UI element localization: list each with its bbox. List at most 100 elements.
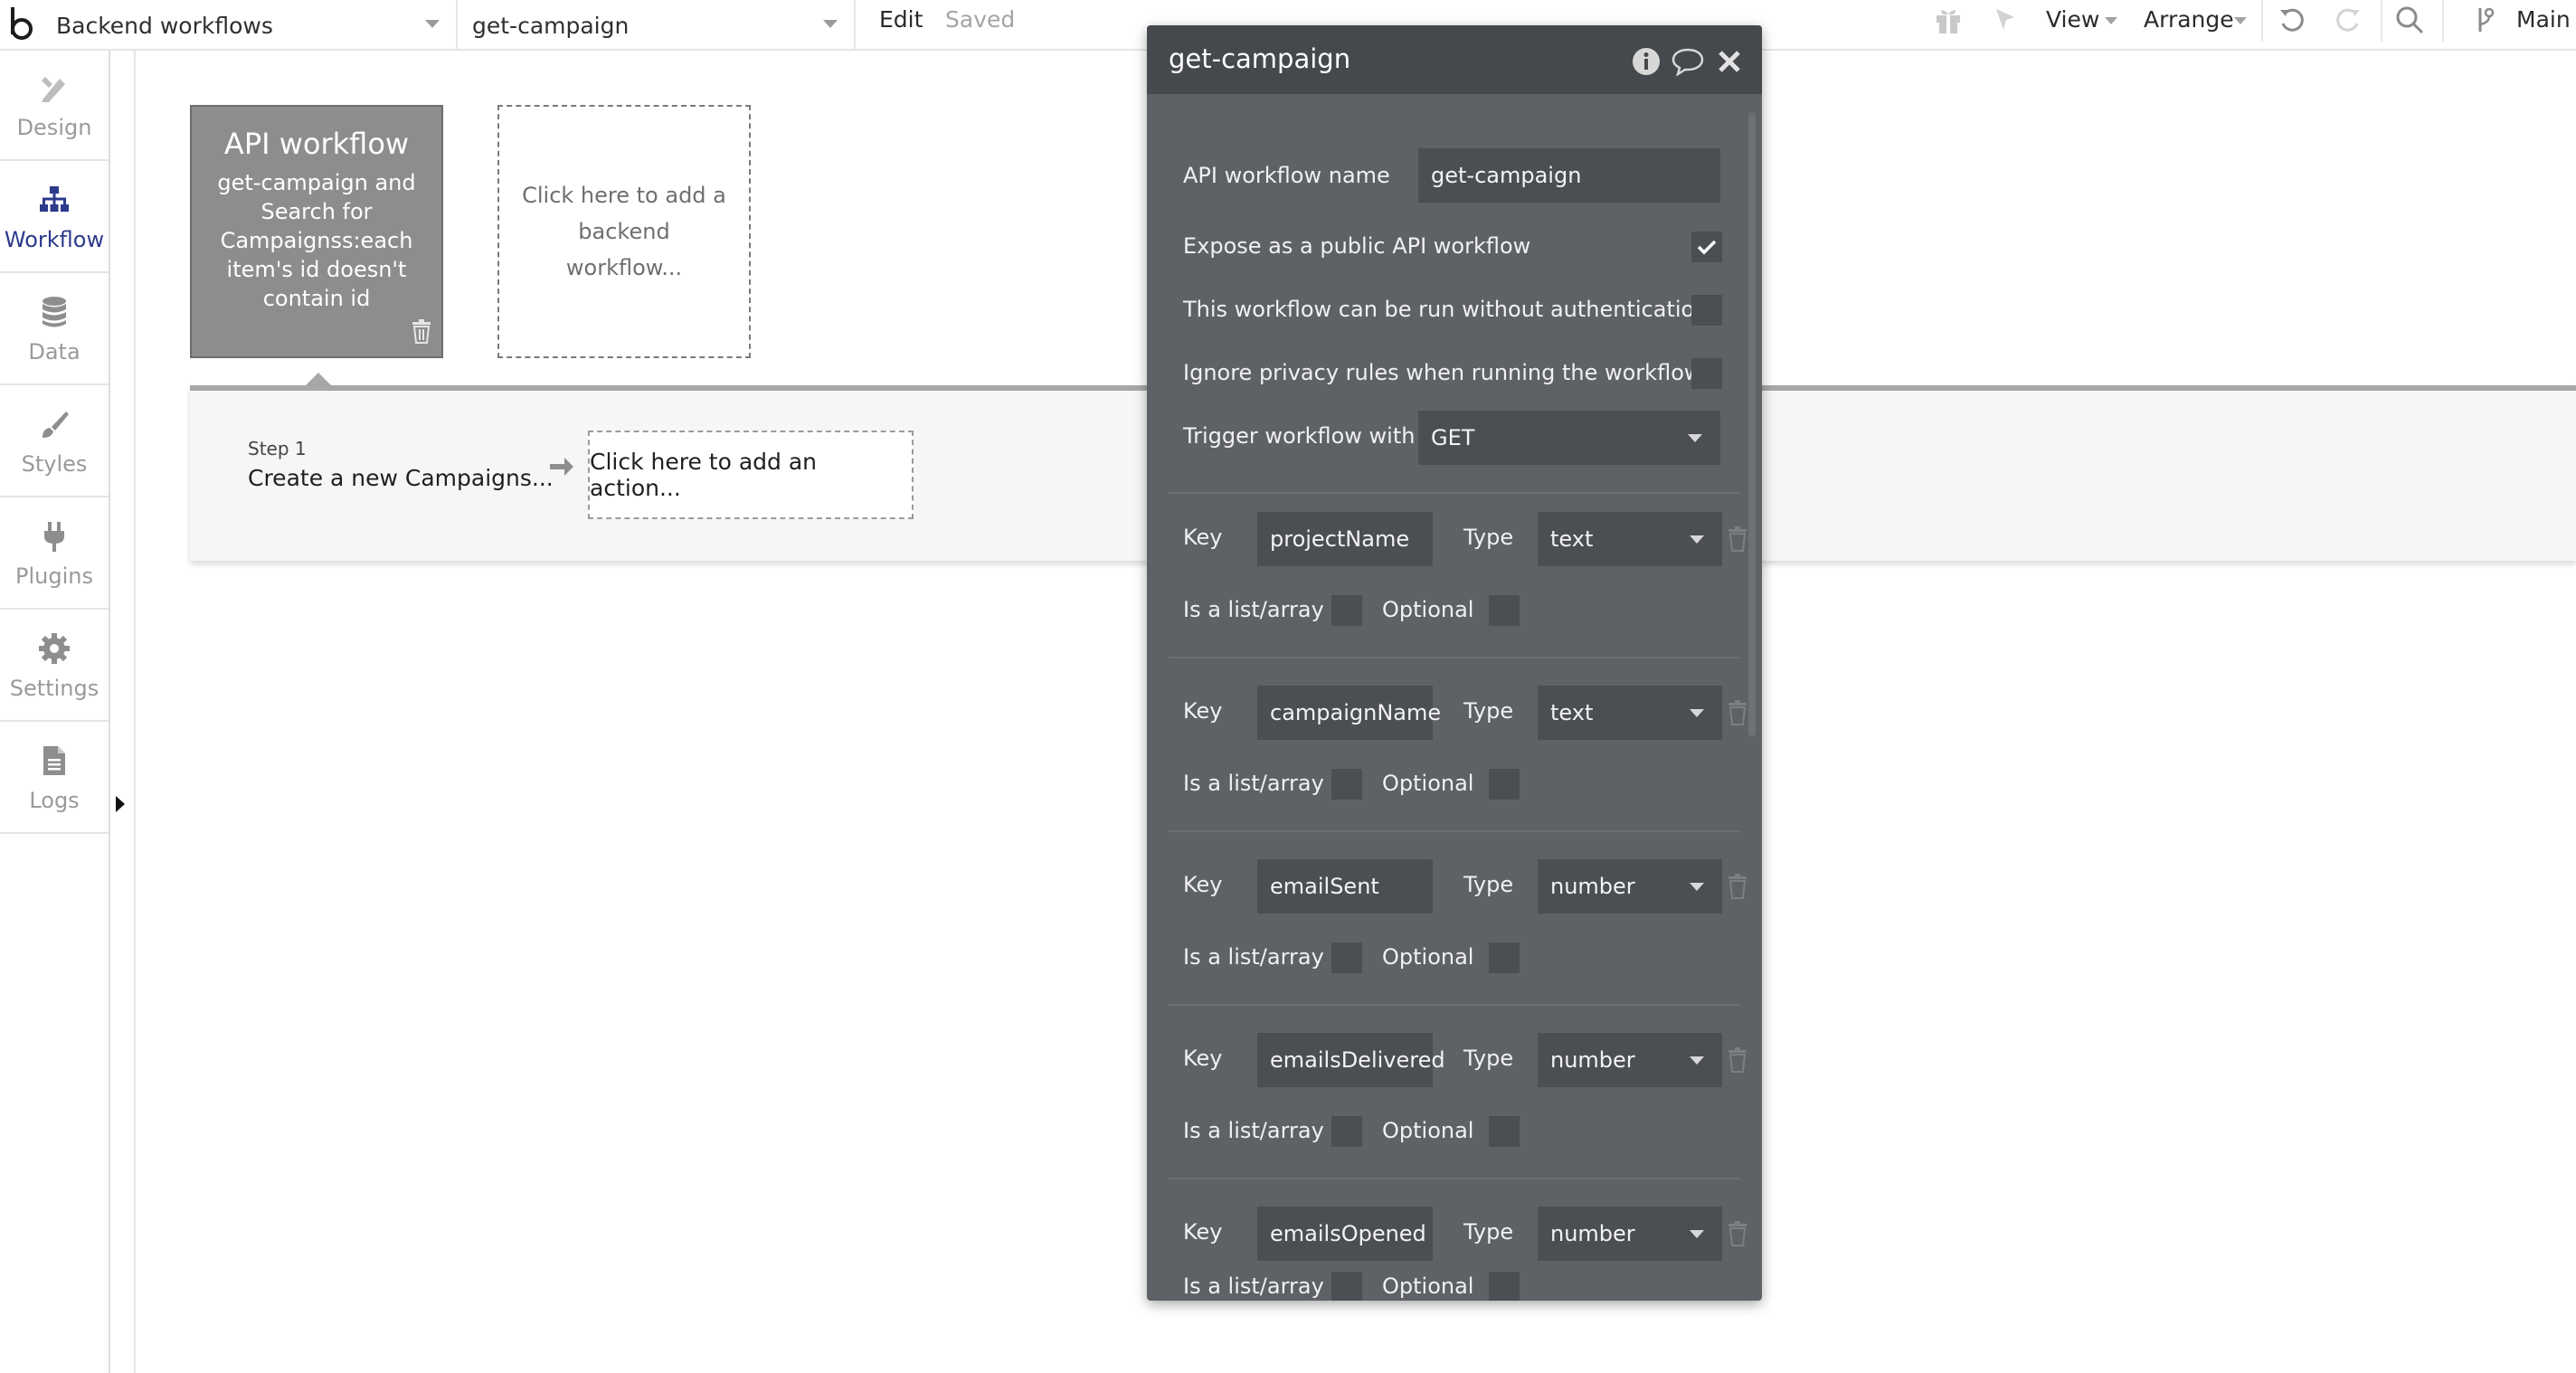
view-menu[interactable]: View [2046,0,2099,40]
panel-header: get-campaign [1147,25,1762,94]
key-label: Key [1183,525,1223,550]
ignore-privacy-label: Ignore privacy rules when running the wo… [1183,360,1702,385]
bubble-logo-icon[interactable] [4,4,40,43]
optional-checkbox[interactable] [1489,1116,1520,1147]
divider [1169,830,1740,832]
left-sidebar: Design Workflow Data Styles Plugins Sett… [0,51,110,1373]
param-type-value: text [1550,700,1594,725]
sidebar-item-plugins[interactable]: Plugins [0,499,109,610]
key-label: Key [1183,1219,1223,1245]
divider [1169,657,1740,658]
sidebar-item-styles[interactable]: Styles [0,387,109,497]
step-1-action[interactable]: Create a new Campaigns... [248,465,554,491]
expose-public-label: Expose as a public API workflow [1183,233,1531,259]
param-key-input[interactable]: campaignName [1257,686,1441,740]
key-label: Key [1183,1046,1223,1071]
gear-icon [36,630,72,667]
is-list-checkbox[interactable] [1331,595,1362,626]
is-list-checkbox[interactable] [1331,942,1362,973]
element-select-value: get-campaign [472,12,630,39]
sidebar-item-settings[interactable]: Settings [0,611,109,722]
chevron-down-icon [1690,1230,1704,1238]
type-label: Type [1463,525,1514,550]
is-list-checkbox[interactable] [1331,769,1362,800]
undo-icon[interactable] [2272,2,2312,38]
page-select[interactable]: Backend workflows [45,0,458,51]
optional-checkbox[interactable] [1489,769,1520,800]
gift-icon[interactable] [1928,2,1968,38]
trigger-method-dropdown[interactable]: GET [1418,411,1720,465]
workflow-name-label: API workflow name [1183,163,1390,188]
optional-checkbox[interactable] [1489,595,1520,626]
is-list-checkbox[interactable] [1331,1272,1362,1301]
branch-icon[interactable] [2471,2,2498,38]
sidebar-item-label: Workflow [4,227,105,252]
redo-icon[interactable] [2328,2,2368,38]
param-key-input[interactable]: emailsOpened [1257,1207,1433,1261]
param-type-value: number [1550,1047,1635,1073]
expand-sidebar-arrow-icon[interactable] [116,796,125,812]
chevron-down-icon [2105,17,2117,24]
api-workflow-card-description: get-campaign and Search for Campaignss:e… [217,170,416,311]
add-backend-workflow-button[interactable]: Click here to add a backend workflow... [497,105,751,358]
is-list-label: Is a list/array [1183,771,1324,796]
type-label: Type [1463,872,1514,897]
panel-body: API workflow name get-campaign Expose as… [1147,94,1762,1301]
trash-icon[interactable] [1726,698,1749,727]
panel-scrollbar[interactable] [1748,112,1756,736]
chevron-down-icon [1690,535,1704,544]
sidebar-item-data[interactable]: Data [0,275,109,385]
paintbrush-icon [36,406,72,442]
sidebar-item-logs[interactable]: Logs [0,724,109,834]
sitemap-icon [36,182,72,218]
api-workflow-card[interactable]: API workflow get-campaign and Search for… [190,105,443,358]
divider [1169,492,1740,494]
trash-icon[interactable] [1726,525,1749,554]
workflow-name-input[interactable]: get-campaign [1418,148,1720,203]
param-key-input[interactable]: emailSent [1257,859,1433,914]
trash-icon[interactable] [411,318,432,347]
sidebar-item-label: Data [28,339,80,365]
arrange-menu[interactable]: Arrange [2144,0,2234,40]
arrow-right-icon [548,454,575,483]
sidebar-item-design[interactable]: Design [0,51,109,161]
branch-label[interactable]: Main [2516,0,2571,40]
add-action-button[interactable]: Click here to add an action... [588,431,914,519]
param-type-dropdown[interactable]: text [1538,686,1722,740]
optional-checkbox[interactable] [1489,1272,1520,1301]
optional-checkbox[interactable] [1489,942,1520,973]
close-icon[interactable] [1713,45,1746,78]
database-icon [36,294,72,330]
optional-label: Optional [1382,1118,1474,1143]
key-label: Key [1183,698,1223,724]
info-icon[interactable] [1630,45,1662,78]
param-key-input[interactable]: emailsDelivered [1257,1033,1445,1087]
ignore-privacy-checkbox[interactable] [1691,358,1722,389]
is-list-label: Is a list/array [1183,1274,1324,1299]
is-list-checkbox[interactable] [1331,1116,1362,1147]
param-type-dropdown[interactable]: number [1538,1207,1722,1261]
search-icon[interactable] [2390,2,2429,38]
no-auth-label: This workflow can be run without authent… [1183,297,1709,322]
trigger-label: Trigger workflow with [1183,423,1416,449]
param-type-dropdown[interactable]: text [1538,512,1722,566]
is-list-label: Is a list/array [1183,944,1324,970]
comment-icon[interactable] [1672,45,1704,78]
edit-menu[interactable]: Edit [879,0,923,40]
api-workflow-card-title: API workflow [223,127,410,161]
param-type-dropdown[interactable]: number [1538,1033,1722,1087]
trash-icon[interactable] [1726,1046,1749,1075]
expose-public-checkbox[interactable] [1691,232,1722,262]
element-select[interactable]: get-campaign [459,0,856,51]
divider [2442,0,2444,42]
sidebar-item-label: Plugins [15,563,93,589]
no-auth-checkbox[interactable] [1691,295,1722,326]
param-key-input[interactable]: projectName [1257,512,1433,566]
chevron-down-icon [1690,709,1704,717]
cursor-icon[interactable] [1986,2,2026,38]
param-type-dropdown[interactable]: number [1538,859,1722,914]
sidebar-item-workflow[interactable]: Workflow [0,163,109,273]
optional-label: Optional [1382,771,1474,796]
trash-icon[interactable] [1726,872,1749,901]
trash-icon[interactable] [1726,1219,1749,1248]
